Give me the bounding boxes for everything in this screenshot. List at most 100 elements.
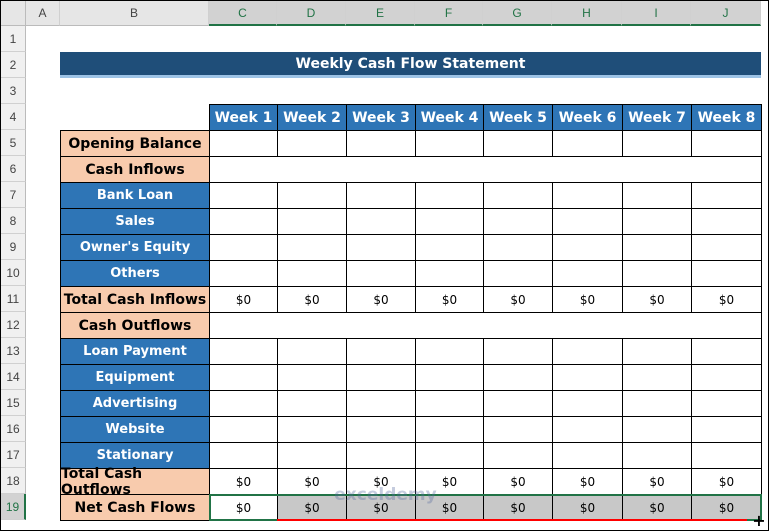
value-cell[interactable] — [209, 234, 278, 261]
row-header-17[interactable]: 17 — [1, 442, 26, 468]
column-header-D[interactable]: D — [277, 1, 346, 26]
value-cell[interactable] — [691, 234, 762, 261]
value-cell[interactable] — [209, 416, 278, 443]
value-cell[interactable] — [622, 416, 692, 443]
value-cell[interactable] — [346, 182, 416, 209]
value-cell[interactable]: $0 — [552, 286, 623, 313]
value-cell[interactable] — [483, 442, 553, 469]
value-cell[interactable] — [346, 130, 416, 157]
row-header-3[interactable]: 3 — [1, 78, 26, 104]
row-header-6[interactable]: 6 — [1, 156, 26, 182]
value-cell[interactable] — [415, 208, 484, 235]
value-cell[interactable] — [346, 234, 416, 261]
value-cell[interactable]: $0 — [622, 494, 692, 521]
value-cell[interactable]: $0 — [552, 468, 623, 495]
value-cell[interactable] — [622, 442, 692, 469]
row-header-7[interactable]: 7 — [1, 182, 26, 208]
value-cell[interactable] — [415, 338, 484, 365]
value-cell[interactable] — [691, 260, 762, 287]
value-cell[interactable] — [552, 130, 623, 157]
row-header-19[interactable]: 19 — [1, 494, 26, 520]
value-cell[interactable]: $0 — [209, 494, 278, 521]
value-cell[interactable] — [483, 364, 553, 391]
row-label[interactable]: Owner's Equity — [60, 234, 210, 261]
merged-cell[interactable] — [209, 156, 762, 183]
value-cell[interactable] — [622, 208, 692, 235]
column-header-I[interactable]: I — [622, 1, 691, 26]
value-cell[interactable] — [209, 130, 278, 157]
column-header-G[interactable]: G — [483, 1, 552, 26]
value-cell[interactable] — [415, 182, 484, 209]
row-header-5[interactable]: 5 — [1, 130, 26, 156]
value-cell[interactable] — [209, 442, 278, 469]
column-header-B[interactable]: B — [60, 1, 209, 26]
value-cell[interactable] — [415, 416, 484, 443]
value-cell[interactable] — [483, 416, 553, 443]
row-label[interactable]: Bank Loan — [60, 182, 210, 209]
value-cell[interactable] — [691, 338, 762, 365]
value-cell[interactable]: $0 — [691, 286, 762, 313]
row-label[interactable]: Loan Payment — [60, 338, 210, 365]
week-header[interactable]: Week 3 — [346, 104, 416, 131]
row-header-15[interactable]: 15 — [1, 390, 26, 416]
row-label[interactable]: Net Cash Flows — [60, 494, 210, 521]
value-cell[interactable] — [552, 234, 623, 261]
value-cell[interactable] — [552, 416, 623, 443]
value-cell[interactable]: $0 — [415, 286, 484, 313]
value-cell[interactable]: $0 — [346, 286, 416, 313]
value-cell[interactable]: $0 — [622, 286, 692, 313]
value-cell[interactable] — [552, 442, 623, 469]
value-cell[interactable] — [622, 234, 692, 261]
merged-cell[interactable] — [209, 312, 762, 339]
value-cell[interactable] — [277, 338, 347, 365]
value-cell[interactable] — [691, 390, 762, 417]
row-header-8[interactable]: 8 — [1, 208, 26, 234]
value-cell[interactable] — [277, 260, 347, 287]
row-label[interactable]: Website — [60, 416, 210, 443]
value-cell[interactable] — [209, 260, 278, 287]
value-cell[interactable] — [622, 364, 692, 391]
select-all-corner[interactable] — [1, 1, 26, 26]
value-cell[interactable]: $0 — [691, 468, 762, 495]
week-header[interactable]: Week 4 — [415, 104, 484, 131]
value-cell[interactable] — [346, 416, 416, 443]
value-cell[interactable] — [346, 364, 416, 391]
row-header-9[interactable]: 9 — [1, 234, 26, 260]
value-cell[interactable] — [483, 338, 553, 365]
value-cell[interactable] — [346, 338, 416, 365]
column-header-E[interactable]: E — [346, 1, 415, 26]
value-cell[interactable] — [691, 182, 762, 209]
value-cell[interactable] — [277, 390, 347, 417]
row-header-14[interactable]: 14 — [1, 364, 26, 390]
value-cell[interactable] — [622, 182, 692, 209]
value-cell[interactable] — [552, 182, 623, 209]
value-cell[interactable] — [483, 234, 553, 261]
value-cell[interactable]: $0 — [209, 468, 278, 495]
value-cell[interactable] — [346, 260, 416, 287]
row-label[interactable]: Total Cash Inflows — [60, 286, 210, 313]
row-label[interactable]: Equipment — [60, 364, 210, 391]
value-cell[interactable] — [691, 208, 762, 235]
value-cell[interactable] — [209, 208, 278, 235]
value-cell[interactable] — [346, 208, 416, 235]
value-cell[interactable] — [552, 208, 623, 235]
value-cell[interactable] — [277, 416, 347, 443]
week-header[interactable]: Week 5 — [483, 104, 553, 131]
value-cell[interactable] — [483, 130, 553, 157]
value-cell[interactable] — [277, 234, 347, 261]
row-label[interactable]: Cash Inflows — [60, 156, 210, 183]
value-cell[interactable]: $0 — [622, 468, 692, 495]
value-cell[interactable] — [277, 442, 347, 469]
row-label[interactable]: Total Cash Outflows — [60, 466, 210, 498]
value-cell[interactable]: $0 — [483, 286, 553, 313]
row-header-11[interactable]: 11 — [1, 286, 26, 312]
value-cell[interactable] — [277, 130, 347, 157]
week-header[interactable]: Week 2 — [277, 104, 347, 131]
week-header[interactable]: Week 1 — [209, 104, 278, 131]
row-label[interactable]: Opening Balance — [60, 130, 210, 157]
value-cell[interactable] — [483, 390, 553, 417]
value-cell[interactable] — [415, 260, 484, 287]
value-cell[interactable]: $0 — [483, 468, 553, 495]
row-header-18[interactable]: 18 — [1, 468, 26, 494]
row-label[interactable]: Cash Outflows — [60, 312, 210, 339]
